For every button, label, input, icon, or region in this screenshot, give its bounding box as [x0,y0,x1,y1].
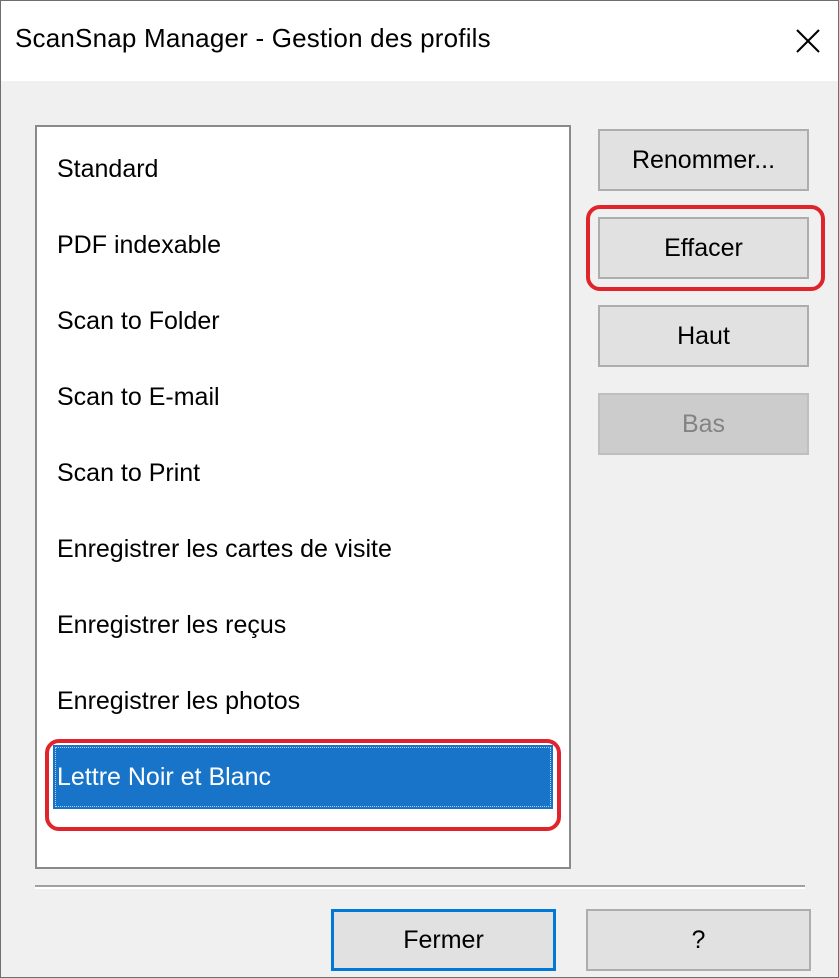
profile-item-business-cards[interactable]: Enregistrer les cartes de visite [37,517,569,581]
close-icon [796,29,820,53]
profile-item-selected[interactable]: Lettre Noir et Blanc [53,745,553,809]
footer-separator [35,885,805,889]
profile-item-photos[interactable]: Enregistrer les photos [37,669,569,733]
close-button[interactable]: Fermer [331,909,556,971]
title-bar: ScanSnap Manager - Gestion des profils [1,1,838,81]
move-up-button[interactable]: Haut [598,305,809,367]
move-down-button: Bas [598,393,809,455]
profile-list[interactable]: Standard PDF indexable Scan to Folder Sc… [35,125,571,869]
profile-item-standard[interactable]: Standard [37,137,569,201]
profile-item-scan-to-email[interactable]: Scan to E-mail [37,365,569,429]
profile-item-receipts[interactable]: Enregistrer les reçus [37,593,569,657]
profile-item-scan-to-folder[interactable]: Scan to Folder [37,289,569,353]
help-button[interactable]: ? [586,909,811,971]
rename-button[interactable]: Renommer... [598,129,809,191]
window-title: ScanSnap Manager - Gestion des profils [15,23,491,53]
profile-item-scan-to-print[interactable]: Scan to Print [37,441,569,505]
close-window-button[interactable] [778,1,838,81]
delete-button[interactable]: Effacer [598,217,809,279]
profile-management-dialog: ScanSnap Manager - Gestion des profils S… [0,0,839,978]
profile-item-pdf-indexable[interactable]: PDF indexable [37,213,569,277]
